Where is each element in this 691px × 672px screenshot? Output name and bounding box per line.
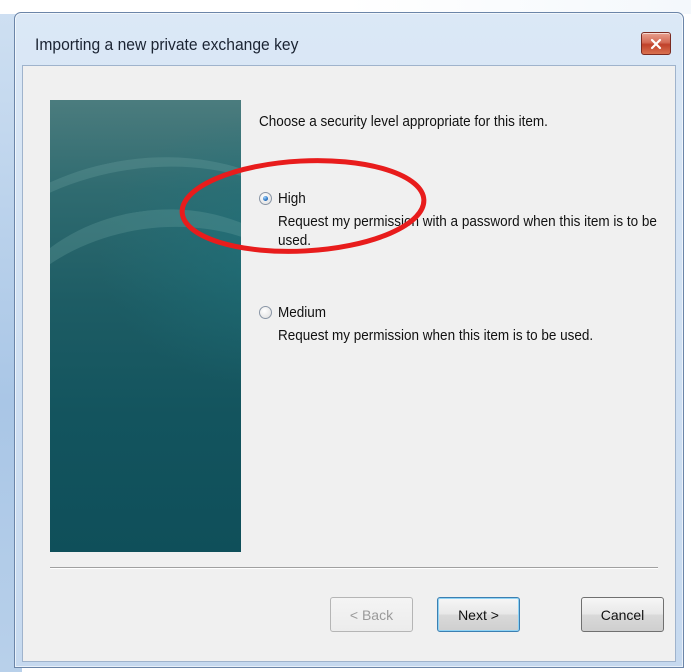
high-radio[interactable]	[259, 192, 272, 205]
button-divider	[50, 567, 658, 569]
high-label[interactable]: High	[278, 190, 306, 207]
wizard-side-image	[50, 100, 241, 552]
title-bar: Importing a new private exchange key	[15, 13, 683, 63]
next-button[interactable]: Next >	[437, 597, 520, 632]
dialog-title: Importing a new private exchange key	[35, 35, 299, 54]
medium-label[interactable]: Medium	[278, 304, 326, 321]
import-key-dialog: Importing a new private exchange key Cho…	[14, 12, 684, 668]
medium-radio[interactable]	[259, 306, 272, 319]
dialog-body: Choose a security level appropriate for …	[22, 65, 676, 662]
medium-description: Request my permission when this item is …	[278, 327, 594, 344]
security-prompt: Choose a security level appropriate for …	[259, 113, 548, 130]
back-button[interactable]: < Back	[330, 597, 413, 632]
high-description: Request my permission with a password wh…	[278, 213, 657, 249]
close-button[interactable]	[641, 32, 671, 55]
cancel-button[interactable]: Cancel	[581, 597, 664, 632]
close-icon	[650, 38, 662, 49]
